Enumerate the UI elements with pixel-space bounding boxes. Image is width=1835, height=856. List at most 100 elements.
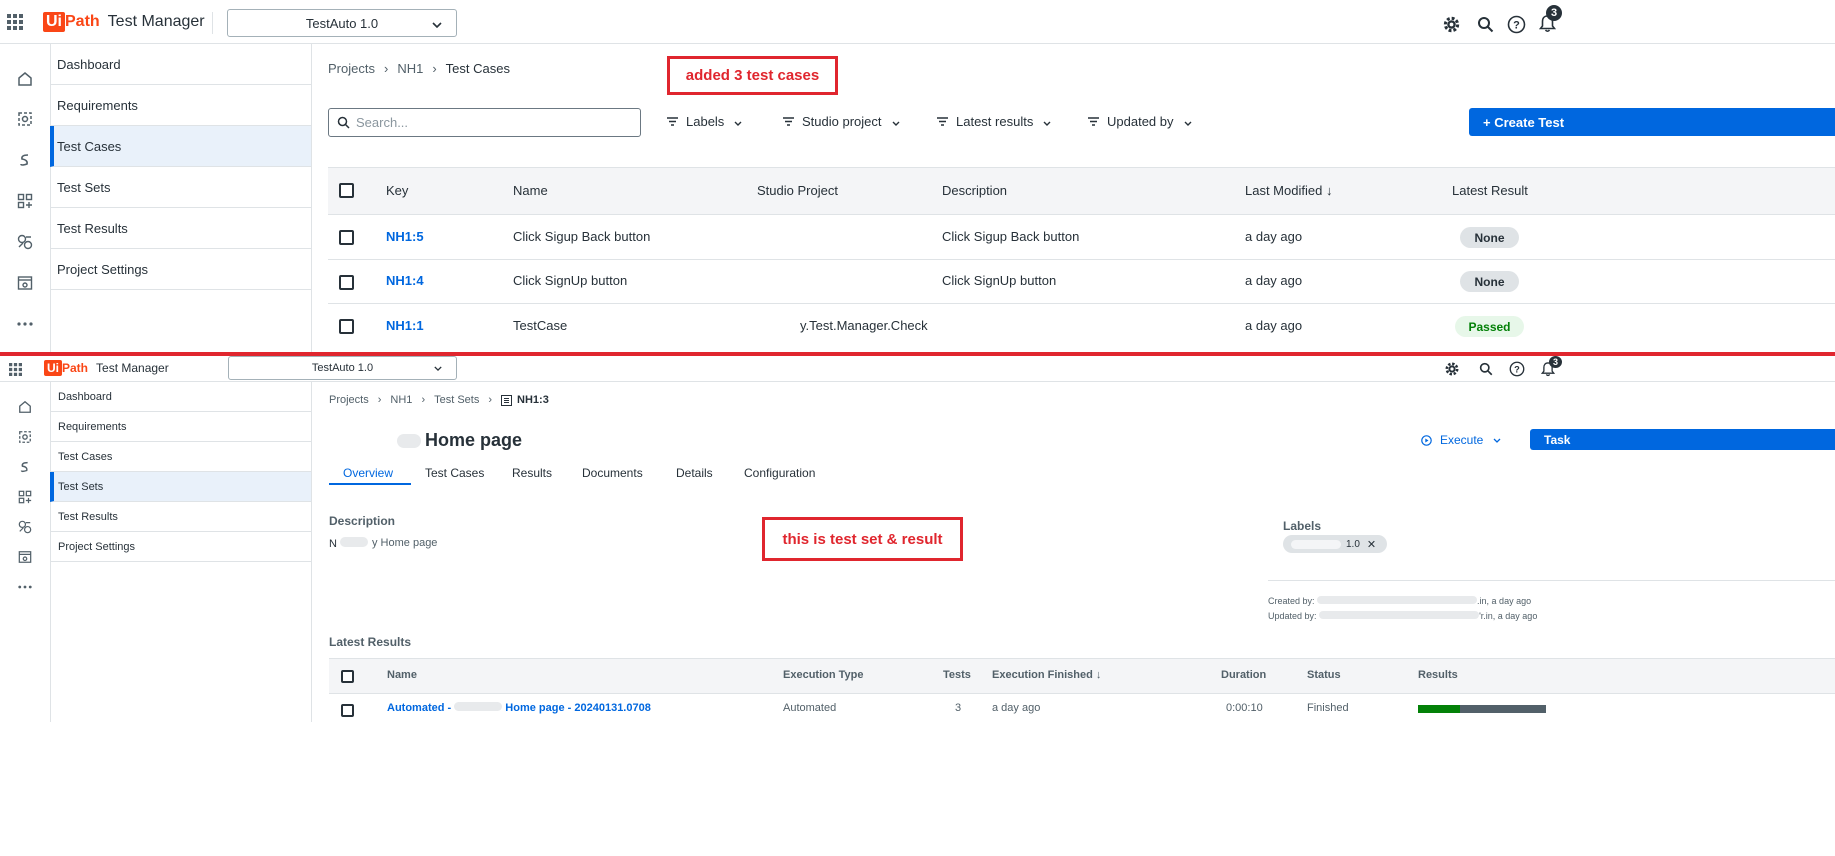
filter-labels[interactable]: Labels	[667, 114, 742, 129]
requirements-icon[interactable]	[0, 108, 50, 130]
test-case-key-link[interactable]: NH1:4	[386, 273, 424, 288]
test-case-key-link[interactable]: NH1:5	[386, 229, 424, 244]
select-all-checkbox[interactable]	[339, 183, 354, 198]
tab-overview[interactable]: Overview	[343, 466, 393, 480]
execution-type: Automated	[783, 702, 837, 714]
nav-item-test-cases[interactable]: Test Cases	[50, 126, 311, 167]
breadcrumb-projects[interactable]: Projects	[328, 61, 375, 76]
column-header-last-modified[interactable]: Last Modified ↓	[1245, 183, 1332, 198]
row-checkbox[interactable]	[341, 704, 354, 717]
test-sets-icon[interactable]	[0, 488, 50, 506]
home-icon[interactable]	[0, 68, 50, 90]
help-icon[interactable]: ?	[1507, 359, 1527, 379]
nav-item-test-results[interactable]: Test Results	[50, 502, 311, 532]
search-icon[interactable]	[1476, 359, 1496, 379]
other-segment	[1460, 705, 1546, 713]
column-header-key[interactable]: Key	[386, 183, 408, 198]
nav-item-test-results[interactable]: Test Results	[50, 208, 311, 249]
chevron-down-icon	[434, 362, 442, 374]
nav-item-requirements[interactable]: Requirements	[50, 412, 311, 442]
test-sets-icon[interactable]	[0, 190, 50, 212]
column-header-execution-finished[interactable]: Execution Finished ↓	[992, 669, 1101, 681]
nav-item-dashboard[interactable]: Dashboard	[50, 44, 311, 85]
column-header-duration[interactable]: Duration	[1221, 669, 1266, 681]
test-set-screen: Ui Path Test Manager TestAuto 1.0 ? 3 Dash…	[0, 356, 1835, 856]
tab-details[interactable]: Details	[676, 466, 713, 480]
label-chip-text: 1.0	[1346, 538, 1360, 550]
column-header-status[interactable]: Status	[1307, 669, 1341, 681]
search-placeholder: Search...	[356, 115, 409, 130]
test-results-icon[interactable]	[0, 518, 50, 536]
search-input[interactable]: Search...	[328, 108, 641, 137]
more-options-icon[interactable]	[0, 578, 50, 596]
nav-item-project-settings[interactable]: Project Settings	[50, 532, 311, 562]
nav-item-test-cases[interactable]: Test Cases	[50, 442, 311, 472]
execute-label: Execute	[1440, 433, 1484, 447]
nav-item-project-settings[interactable]: Project Settings	[50, 249, 311, 290]
project-settings-icon[interactable]	[0, 272, 50, 294]
test-cases-icon[interactable]	[0, 149, 50, 171]
app-launcher-icon[interactable]	[6, 360, 24, 378]
column-header-latest-result[interactable]: Latest Result	[1452, 183, 1528, 198]
redacted-title-prefix	[397, 434, 421, 448]
select-all-checkbox[interactable]	[341, 670, 354, 683]
test-case-key-link[interactable]: NH1:1	[386, 318, 424, 333]
row-checkbox[interactable]	[339, 319, 354, 334]
tab-test-cases[interactable]: Test Cases	[425, 466, 484, 480]
chevron-right-icon: ›	[488, 394, 493, 406]
breadcrumb-projects[interactable]: Projects	[329, 394, 369, 406]
more-options-icon[interactable]	[0, 313, 50, 335]
tab-configuration[interactable]: Configuration	[744, 466, 815, 480]
search-icon	[337, 116, 350, 129]
column-header-execution-type[interactable]: Execution Type	[783, 669, 863, 681]
tab-results[interactable]: Results	[512, 466, 552, 480]
label-chip[interactable]: 1.0 ✕	[1283, 535, 1387, 553]
callout-text: added 3 test cases	[685, 67, 820, 84]
uipath-logo: Ui Path Test Manager	[43, 12, 205, 32]
close-icon[interactable]: ✕	[1367, 538, 1376, 551]
project-selector[interactable]: TestAuto 1.0	[227, 9, 457, 37]
duration: 0:00:10	[1226, 702, 1263, 714]
project-settings-icon[interactable]	[0, 548, 50, 566]
app-launcher-icon[interactable]	[4, 11, 26, 33]
column-header-studio-project[interactable]: Studio Project	[757, 183, 838, 198]
help-icon[interactable]: ?	[1505, 13, 1527, 35]
test-results-icon[interactable]	[0, 231, 50, 253]
test-case-description: Click SignUp button	[942, 273, 1057, 288]
test-cases-screen: Ui Path Test Manager TestAuto 1.0 ? 3 Da…	[0, 0, 1835, 352]
filter-latest-results[interactable]: Latest results	[937, 114, 1051, 129]
nav-item-dashboard[interactable]: Dashboard	[50, 382, 311, 412]
column-header-name[interactable]: Name	[513, 183, 548, 198]
header-separator	[212, 12, 213, 34]
chevron-down-icon	[1493, 438, 1501, 443]
nav-item-requirements[interactable]: Requirements	[50, 85, 311, 126]
search-icon[interactable]	[1474, 13, 1496, 35]
column-header-description[interactable]: Description	[942, 183, 1007, 198]
test-cases-icon[interactable]	[0, 458, 50, 476]
breadcrumb-project[interactable]: NH1	[397, 61, 423, 76]
nav-item-test-sets[interactable]: Test Sets	[50, 167, 311, 208]
nav-item-test-sets[interactable]: Test Sets	[50, 472, 311, 502]
chevron-right-icon: ›	[432, 61, 437, 76]
breadcrumb-project[interactable]: NH1	[390, 394, 412, 406]
project-selector[interactable]: TestAuto 1.0	[228, 356, 457, 380]
create-test-button[interactable]: + Create Test	[1469, 108, 1835, 136]
home-icon[interactable]	[0, 398, 50, 416]
settings-gear-icon[interactable]	[1440, 13, 1462, 35]
row-checkbox[interactable]	[339, 230, 354, 245]
column-header-results[interactable]: Results	[1418, 669, 1458, 681]
latest-result-badge: Passed	[1455, 316, 1524, 337]
column-header-name[interactable]: Name	[387, 669, 417, 681]
column-header-tests[interactable]: Tests	[943, 669, 971, 681]
execute-button[interactable]: Execute	[1421, 433, 1501, 447]
settings-gear-icon[interactable]	[1442, 359, 1462, 379]
tab-documents[interactable]: Documents	[582, 466, 643, 480]
row-checkbox[interactable]	[339, 275, 354, 290]
filter-updated-by[interactable]: Updated by	[1088, 114, 1192, 129]
filter-studio-project[interactable]: Studio project	[783, 114, 900, 129]
task-button[interactable]: Task	[1530, 429, 1835, 450]
filter-icon	[667, 114, 678, 129]
breadcrumb-test-sets[interactable]: Test Sets	[434, 394, 479, 406]
result-name-link[interactable]: Automated - Home page - 20240131.0708	[387, 702, 651, 714]
requirements-icon[interactable]	[0, 428, 50, 446]
